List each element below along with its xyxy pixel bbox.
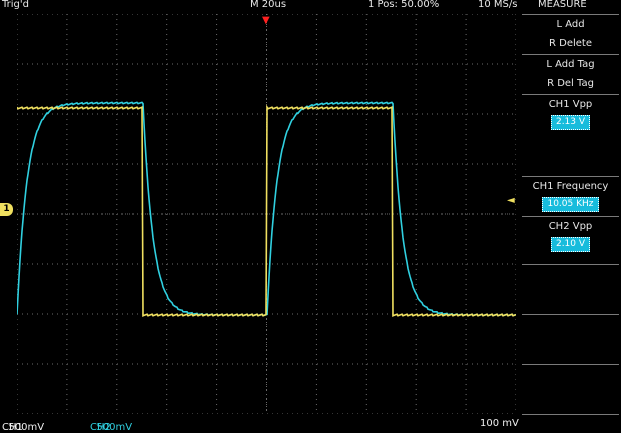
menu-title: MEASURE [538, 0, 587, 10]
measure-value: 10.05 KHz [542, 197, 599, 212]
trigger-level-glyph: ◄ [507, 195, 515, 206]
measure-menu: L Add R Delete L Add Tag R Del Tag CH1 V… [522, 14, 619, 415]
menu-item-empty-2[interactable] [522, 314, 619, 365]
trigger-time-glyph: ▼ [262, 15, 270, 26]
trigger-position: 1 Pos: 50.00% [368, 0, 440, 10]
ch1-ground-marker[interactable]: 1 [0, 203, 13, 216]
channel-status-bar: CH1 500mV CH2 500mV 100 mV [0, 414, 621, 433]
menu-item-ch1-frequency[interactable]: CH1 Frequency 10.05 KHz [522, 176, 619, 217]
measure-label: CH1 Vpp [548, 99, 593, 110]
menu-item-line1: L Add [556, 19, 585, 30]
menu-item-ch2-vpp[interactable]: CH2 Vpp 2.10 V [522, 216, 619, 265]
waveform-display [17, 14, 516, 414]
ch2-scale-label: CH2 500mV [90, 418, 132, 433]
ch1-scale-label: CH1 500mV [2, 418, 44, 433]
menu-item-ch1-vpp[interactable]: CH1 Vpp 2.13 V [522, 94, 619, 177]
measure-label: CH1 Frequency [532, 181, 609, 192]
menu-item-add-tag[interactable]: L Add Tag R Del Tag [522, 54, 619, 95]
menu-item-line2: R Delete [549, 38, 592, 49]
ch1-ground-glyph: 1 [3, 204, 10, 214]
menu-item-line2: R Del Tag [547, 78, 594, 89]
horizontal-scale: 100 mV [480, 418, 519, 429]
trigger-status: Trig'd [2, 0, 29, 10]
trigger-time-marker[interactable]: ▼ [262, 15, 270, 26]
sample-rate: 10 MS/s [478, 0, 518, 10]
menu-item-empty-1[interactable] [522, 264, 619, 315]
menu-item-line1: L Add Tag [546, 59, 595, 70]
trigger-level-marker[interactable]: ◄ [507, 195, 515, 206]
menu-item-add-delete[interactable]: L Add R Delete [522, 14, 619, 55]
ch2-scale: 500mV [96, 422, 133, 433]
ch1-scale: 500mV [8, 422, 45, 433]
measure-label: CH2 Vpp [548, 221, 593, 232]
measure-value: 2.13 V [550, 115, 591, 130]
timebase-label: M 20us [250, 0, 287, 10]
measure-value: 2.10 V [550, 237, 591, 252]
status-bar: Trig'd M 20us 1 Pos: 50.00% 10 MS/s MEAS… [0, 0, 621, 14]
menu-item-empty-3[interactable] [522, 364, 619, 415]
